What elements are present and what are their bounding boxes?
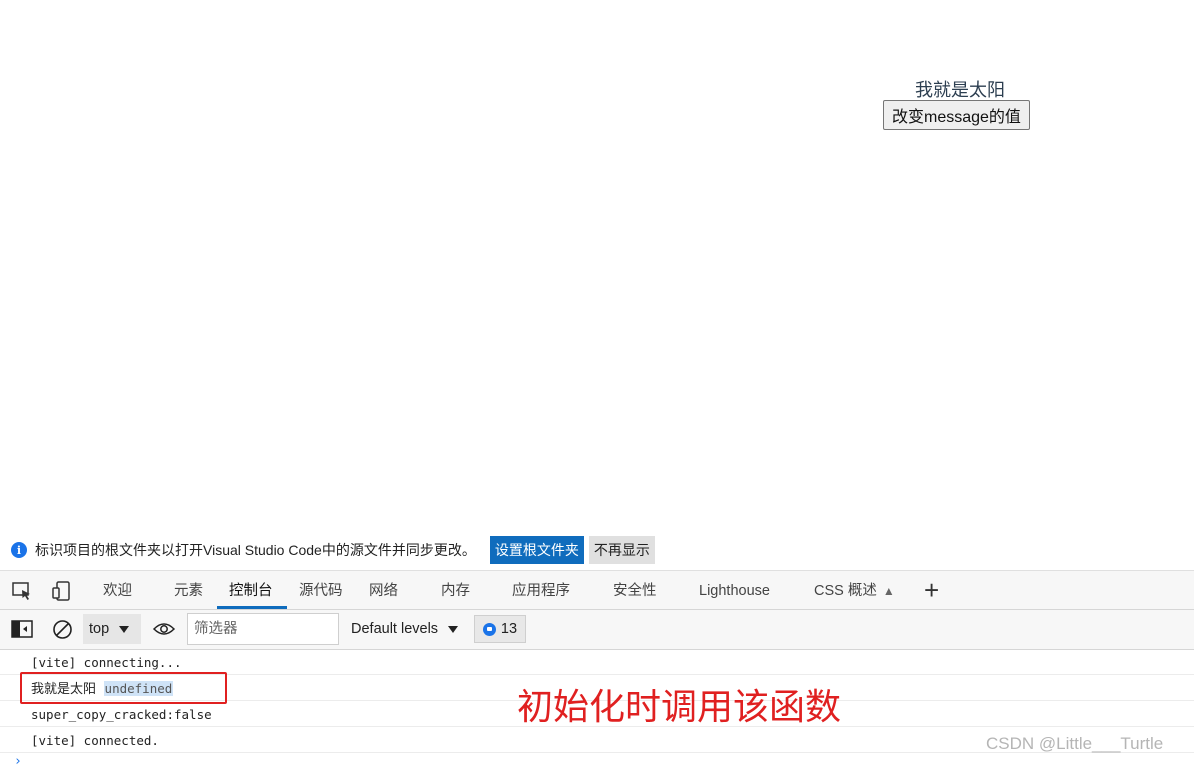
tab-application[interactable]: 应用程序 bbox=[512, 571, 570, 609]
active-tab-indicator bbox=[217, 606, 287, 609]
console-prompt-icon[interactable]: › bbox=[14, 754, 22, 769]
live-expression-eye-icon[interactable] bbox=[152, 621, 176, 637]
tab-sources[interactable]: 源代码 bbox=[299, 571, 343, 609]
flask-icon: ▲ bbox=[882, 584, 895, 598]
info-icon: i bbox=[11, 542, 27, 558]
infobar-text: 标识项目的根文件夹以打开Visual Studio Code中的源文件并同步更改… bbox=[35, 542, 476, 558]
chevron-down-icon bbox=[119, 625, 130, 633]
console-line-text: super_copy_cracked:false bbox=[31, 707, 212, 722]
chevron-down-icon bbox=[448, 625, 459, 633]
infobar: i 标识项目的根文件夹以打开Visual Studio Code中的源文件并同步… bbox=[0, 530, 1194, 570]
console-line-text: [vite] connecting... bbox=[31, 655, 182, 670]
log-levels-dropdown[interactable]: Default levels bbox=[351, 610, 459, 648]
issues-counter-button[interactable]: 13 bbox=[474, 615, 526, 643]
app-viewport: 我就是太阳 改变message的值 bbox=[0, 0, 1194, 530]
devtools-tabbar: 欢迎 元素 控制台 源代码 网络 内存 应用程序 安全性 Lighthouse … bbox=[0, 570, 1194, 610]
tab-console[interactable]: 控制台 bbox=[229, 571, 273, 609]
annotation-text: 初始化时调用该函数 bbox=[517, 687, 842, 728]
log-levels-label: Default levels bbox=[351, 621, 439, 637]
sidebar-toggle-icon[interactable] bbox=[11, 620, 33, 638]
tab-security[interactable]: 安全性 bbox=[613, 571, 657, 609]
message-icon bbox=[482, 622, 496, 636]
more-tools-plus-icon[interactable]: + bbox=[924, 575, 939, 605]
console-toolbar: top Default levels 13 bbox=[0, 610, 1194, 650]
inspect-element-icon[interactable] bbox=[11, 580, 33, 602]
context-value: top bbox=[89, 621, 110, 637]
tab-elements[interactable]: 元素 bbox=[174, 571, 203, 609]
filter-input[interactable] bbox=[187, 613, 339, 645]
console-line-text: [vite] connected. bbox=[31, 733, 159, 748]
context-select[interactable]: top bbox=[83, 614, 141, 644]
tab-welcome[interactable]: 欢迎 bbox=[103, 571, 132, 609]
annotation-highlight-box bbox=[20, 672, 227, 704]
watermark: CSDN @Little___Turtle bbox=[986, 734, 1164, 753]
dont-show-again-button[interactable]: 不再显示 bbox=[588, 536, 655, 564]
tab-css-overview[interactable]: CSS 概述 ▲ bbox=[814, 571, 895, 609]
tab-network[interactable]: 网络 bbox=[369, 571, 398, 609]
clear-console-icon[interactable] bbox=[52, 619, 73, 640]
device-emulation-icon[interactable] bbox=[51, 580, 73, 602]
issues-count: 13 bbox=[500, 621, 518, 637]
message-text: 我就是太阳 bbox=[915, 80, 1005, 100]
change-message-button[interactable]: 改变message的值 bbox=[883, 100, 1030, 130]
tab-css-overview-label: CSS 概述 bbox=[814, 583, 877, 599]
set-root-folder-button[interactable]: 设置根文件夹 bbox=[489, 536, 584, 564]
tab-lighthouse[interactable]: Lighthouse bbox=[699, 571, 770, 609]
tab-memory[interactable]: 内存 bbox=[441, 571, 470, 609]
